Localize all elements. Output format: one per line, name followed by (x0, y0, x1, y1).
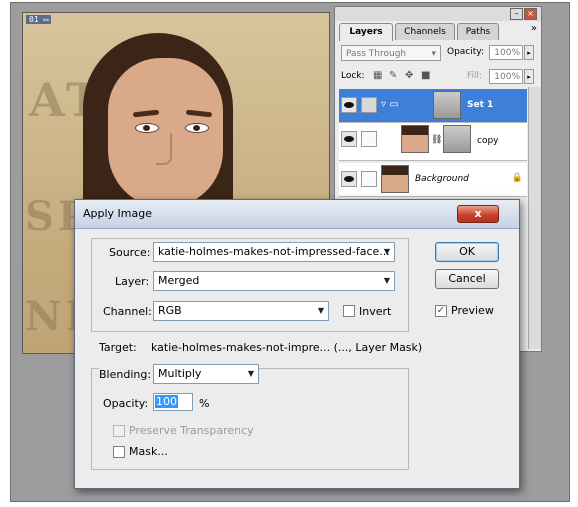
channel-select[interactable]: RGB ▼ (153, 301, 329, 321)
blending-label: Blending: (99, 368, 156, 381)
opacity-label: Opacity: (103, 397, 149, 410)
blending-select[interactable]: Multiply ▼ (153, 364, 259, 384)
close-button[interactable]: x (457, 205, 499, 223)
layer-name[interactable]: Background (415, 174, 469, 184)
dialog-title: Apply Image (83, 207, 153, 220)
visibility-eye-icon[interactable] (341, 131, 357, 147)
layer-link-box[interactable] (361, 97, 377, 113)
panel-menu-icon[interactable]: » (531, 23, 537, 34)
preview-checkbox[interactable]: ✓ (435, 305, 447, 317)
layer-row-set-1[interactable]: ▿ ▭ Set 1 (339, 89, 527, 123)
blend-row: Pass Through ▾ Opacity: 100% ▸ (339, 45, 537, 63)
preserve-transparency-label: Preserve Transparency (129, 424, 254, 437)
target-label: Target: (99, 341, 137, 354)
layer-thumbnail[interactable] (401, 125, 429, 153)
lock-move-icon[interactable]: ✥ (405, 71, 415, 81)
layer-link-box[interactable] (361, 171, 377, 187)
channel-label: Channel: (103, 305, 152, 318)
lock-brush-icon[interactable]: ✎ (389, 71, 399, 81)
dialog-titlebar[interactable]: Apply Image x (75, 200, 519, 229)
layer-lock-icon: 🔒 (511, 173, 523, 183)
minimize-icon[interactable]: – (510, 8, 523, 20)
tab-paths[interactable]: Paths (457, 23, 499, 40)
layer-mask-thumbnail[interactable] (443, 125, 471, 153)
lock-transparent-icon[interactable]: ▦ (373, 71, 383, 81)
opacity-arrow-icon[interactable]: ▸ (524, 45, 534, 60)
layer-row-background[interactable]: Background 🔒 (339, 163, 527, 197)
ok-button[interactable]: OK (435, 242, 499, 262)
layer-mask-thumbnail[interactable] (433, 91, 461, 119)
apply-image-dialog: Apply Image x Source: katie-holmes-makes… (74, 199, 520, 489)
layer-name[interactable]: copy (477, 136, 499, 146)
close-icon[interactable]: × (524, 8, 537, 20)
visibility-eye-icon[interactable] (341, 97, 357, 113)
target-value: katie-holmes-makes-not-impre... (..., La… (151, 341, 423, 354)
group-folder-icon[interactable]: ▿ ▭ (381, 99, 399, 110)
layer-label: Layer: (115, 275, 150, 288)
photo-left-eye (135, 123, 159, 133)
panel-scrollbar[interactable] (528, 87, 541, 349)
opacity-unit: % (199, 397, 210, 410)
source-select[interactable]: katie-holmes-makes-not-impressed-face...… (153, 242, 395, 262)
invert-label[interactable]: Invert (359, 305, 391, 318)
preview-label[interactable]: Preview (451, 304, 494, 317)
mask-label[interactable]: Mask... (129, 445, 168, 458)
lock-row: Lock: ▦ ✎ ✥ ■ Fill: 100% ▸ (339, 69, 537, 87)
mask-checkbox[interactable] (113, 446, 125, 458)
layer-thumbnail[interactable] (381, 165, 409, 193)
lock-label: Lock: (341, 71, 365, 81)
visibility-eye-icon[interactable] (341, 171, 357, 187)
tab-channels[interactable]: Channels (395, 23, 455, 40)
lock-all-icon[interactable]: ■ (421, 71, 431, 81)
layer-row-copy[interactable]: ⛓ copy (339, 123, 527, 161)
layer-fill-field[interactable]: 100% (489, 69, 523, 84)
panel-titlebar: – × (335, 7, 541, 21)
opacity-input[interactable]: 100 (153, 393, 193, 411)
photo-right-eye (185, 123, 209, 133)
layer-link-box[interactable] (361, 131, 377, 147)
layer-select[interactable]: Merged ▼ (153, 271, 395, 291)
tab-layers[interactable]: Layers (339, 23, 393, 41)
photo-nose (156, 133, 172, 165)
cancel-button[interactable]: Cancel (435, 269, 499, 289)
source-label: Source: (109, 246, 151, 259)
layer-opacity-field[interactable]: 100% (489, 45, 523, 60)
opacity-label: Opacity: (447, 47, 484, 57)
preserve-transparency-checkbox[interactable] (113, 425, 125, 437)
chain-link-icon[interactable]: ⛓ (431, 135, 442, 145)
layer-name[interactable]: Set 1 (467, 100, 493, 110)
document-tab-label[interactable]: 01 ▭ (26, 15, 52, 24)
invert-checkbox[interactable] (343, 305, 355, 317)
fill-label: Fill: (467, 71, 483, 81)
layer-blend-mode-select[interactable]: Pass Through ▾ (341, 45, 441, 61)
fill-arrow-icon[interactable]: ▸ (524, 69, 534, 84)
